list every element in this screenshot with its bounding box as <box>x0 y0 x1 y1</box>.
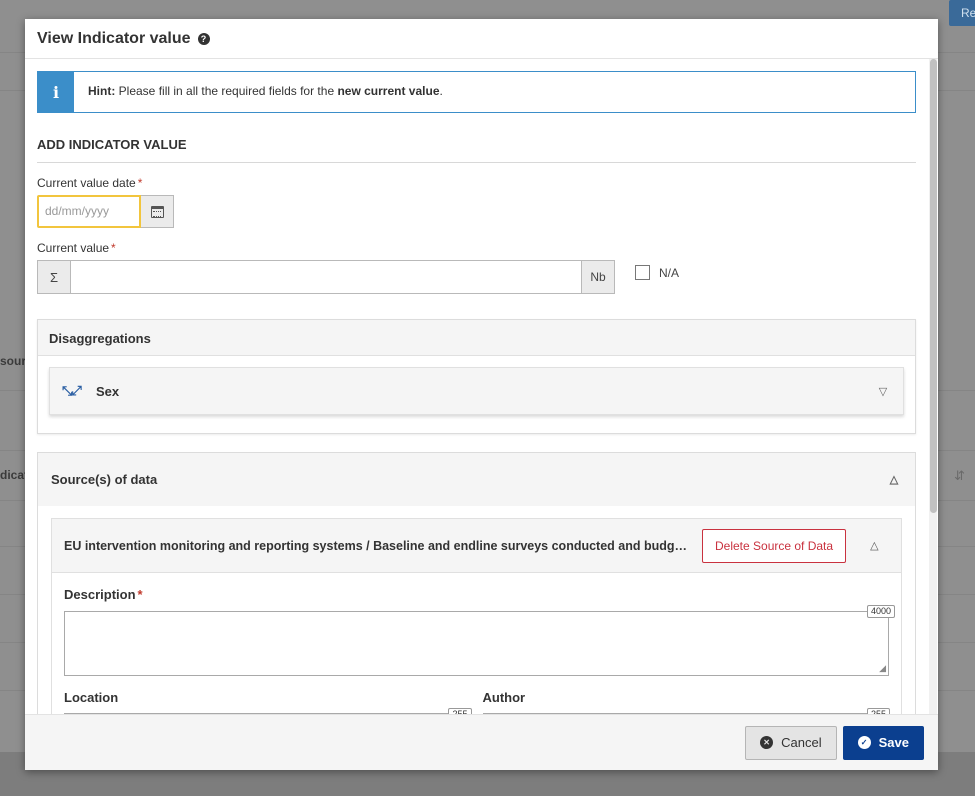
indicator-value-modal: View Indicator value ? i Hint: Please fi… <box>25 19 938 770</box>
sigma-addon: Σ <box>37 260 71 294</box>
modal-body: i Hint: Please fill in all the required … <box>25 59 928 714</box>
save-label: Save <box>878 735 909 750</box>
current-value-label-text: Current value <box>37 241 110 255</box>
resize-handle[interactable]: ◢ <box>879 663 886 674</box>
current-value-date-label-text: Current value date <box>37 176 136 190</box>
current-value-date-label: Current value date * <box>37 176 916 190</box>
current-value-label: Current value * <box>37 241 916 255</box>
na-label: N/A <box>659 265 680 280</box>
unit-addon: Nb <box>581 260 615 294</box>
source-body: Description * 4000 ◢ Location 255 Author… <box>52 573 901 714</box>
chevron-up-icon[interactable]: △ <box>870 539 878 552</box>
calendar-button[interactable] <box>141 195 174 228</box>
background-column-label: dicat <box>0 468 29 482</box>
expand-icon: ⤡⤢ <box>62 383 82 398</box>
current-value-date-input[interactable]: dd/mm/yyyy <box>37 195 141 228</box>
calendar-icon <box>150 205 164 218</box>
source-title: EU intervention monitoring and reporting… <box>64 538 690 553</box>
background-button: Re <box>949 0 975 26</box>
sources-body: EU intervention monitoring and reporting… <box>38 506 915 714</box>
hint-text-before: Please fill in all the required fields f… <box>115 84 338 98</box>
hint-emphasis: new current value <box>337 84 440 98</box>
delete-source-button[interactable]: Delete Source of Data <box>702 528 847 563</box>
description-label: Description * <box>64 587 889 602</box>
sources-title: Source(s) of data <box>51 472 158 487</box>
hint-text: Hint: Please fill in all the required fi… <box>74 72 457 112</box>
required-marker: * <box>137 176 143 190</box>
date-picker: dd/mm/yyyy <box>37 195 916 228</box>
check-circle-icon: ✓ <box>857 736 871 749</box>
disaggregation-label: Sex <box>96 383 120 399</box>
author-column: Author 255 <box>482 690 890 714</box>
description-field-wrap: 4000 ◢ <box>64 605 895 676</box>
question-circle-icon[interactable]: ? <box>197 32 210 45</box>
source-card: EU intervention monitoring and reporting… <box>51 518 902 714</box>
char-limit-badge: 4000 <box>866 605 895 618</box>
modal-header: View Indicator value ? <box>25 19 938 59</box>
save-button[interactable]: ✓ Save <box>842 725 924 760</box>
scrollbar-thumb[interactable] <box>930 59 937 513</box>
chevron-down-icon[interactable]: ▽ <box>875 385 891 398</box>
disaggregations-panel: Disaggregations ⤡⤢ Sex ▽ <box>37 319 916 434</box>
current-value-row: Σ Nb N/A <box>37 260 916 294</box>
hint-prefix: Hint: <box>88 84 116 98</box>
disaggregations-body: ⤡⤢ Sex ▽ <box>38 356 915 433</box>
close-circle-icon: ✕ <box>760 736 774 749</box>
source-header: EU intervention monitoring and reporting… <box>52 519 901 573</box>
cancel-button[interactable]: ✕ Cancel <box>745 725 837 760</box>
required-marker: * <box>137 587 143 602</box>
modal-scrollbar[interactable] <box>929 59 937 714</box>
na-option[interactable]: N/A <box>635 265 679 280</box>
current-value-input[interactable] <box>71 260 581 294</box>
disaggregation-item-sex[interactable]: ⤡⤢ Sex ▽ <box>49 367 904 415</box>
modal-footer: ✕ Cancel ✓ Save <box>25 714 938 770</box>
background-row-label: sour <box>0 354 27 368</box>
hint-text-after: . <box>439 84 443 98</box>
cancel-label: Cancel <box>781 735 822 750</box>
description-label-text: Description <box>64 587 136 602</box>
na-checkbox[interactable] <box>635 265 650 280</box>
author-label: Author <box>482 690 526 705</box>
current-value-group: Σ Nb <box>37 260 615 294</box>
disaggregations-title: Disaggregations <box>38 320 915 356</box>
sort-icon: ⇵ <box>954 468 965 483</box>
location-label: Location <box>64 690 119 705</box>
modal-title: View Indicator value <box>37 29 191 47</box>
location-author-row: Location 255 Author 255 <box>64 690 890 714</box>
description-textarea[interactable] <box>64 611 889 676</box>
sources-panel: Source(s) of data △ EU intervention moni… <box>37 452 916 714</box>
hint-box: i Hint: Please fill in all the required … <box>37 71 916 113</box>
chevron-up-icon[interactable]: △ <box>886 473 902 486</box>
section-title: ADD INDICATOR VALUE <box>37 137 916 163</box>
sources-header[interactable]: Source(s) of data △ <box>38 453 915 506</box>
required-marker: * <box>111 241 116 255</box>
location-column: Location 255 <box>64 690 472 714</box>
info-icon: i <box>38 72 74 112</box>
